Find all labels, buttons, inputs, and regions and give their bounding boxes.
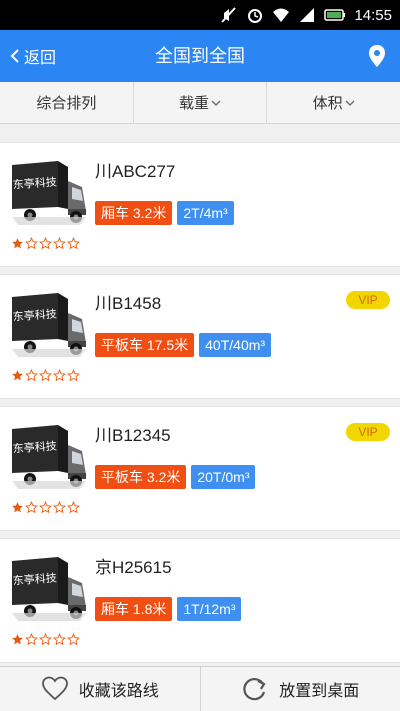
star-empty-icon <box>39 237 52 250</box>
plate-number: 川B1458 <box>95 294 162 313</box>
nav-bar: 全国到全国 返回 <box>0 30 400 82</box>
star-empty-icon <box>39 633 52 646</box>
star-empty-icon <box>67 369 80 382</box>
star-empty-icon <box>53 237 66 250</box>
favorite-route-button[interactable]: 收藏该路线 <box>0 667 200 711</box>
star-empty-icon <box>25 237 38 250</box>
star-empty-icon <box>67 237 80 250</box>
capacity-tag: 40T/40m³ <box>199 333 272 357</box>
vehicle-type-tag: 厢车 3.2米 <box>95 201 173 225</box>
truck-image: 东亭科技 <box>12 293 86 357</box>
vehicle-card[interactable]: 东亭科技 川B1458 VIP 平板车 17.5米 40T/40m³ <box>0 274 400 399</box>
filter-label: 体积 <box>312 95 343 112</box>
star-empty-icon <box>25 633 38 646</box>
wifi-icon <box>273 8 290 22</box>
vip-badge: VIP <box>346 423 390 441</box>
star-filled-icon <box>12 238 23 249</box>
vehicle-type-tag: 厢车 1.8米 <box>95 597 173 621</box>
star-empty-icon <box>53 633 66 646</box>
capacity-tag: 2T/4m³ <box>177 201 234 225</box>
vehicle-card[interactable]: 东亭科技 京H25615 厢车 1.8米 1T/12m³ <box>0 538 400 663</box>
plate-number: 川B12345 <box>95 426 171 445</box>
status-time: 14:55 <box>354 6 392 24</box>
bottom-bar: 收藏该路线 放置到桌面 <box>0 666 400 711</box>
star-empty-icon <box>53 501 66 514</box>
truck-image: 东亭科技 <box>12 557 86 621</box>
alarm-icon <box>248 9 263 23</box>
vehicle-tags: 厢车 3.2米 2T/4m³ <box>95 201 234 225</box>
capacity-tag: 20T/0m³ <box>191 465 256 489</box>
refresh-icon <box>243 678 266 701</box>
filter-load[interactable]: 载重 <box>132 82 267 123</box>
mute-icon <box>221 7 237 23</box>
plate-number: 京H25615 <box>95 558 172 577</box>
status-icons: 14:55 <box>220 6 392 24</box>
vehicle-type-tag: 平板车 3.2米 <box>95 465 187 489</box>
star-empty-icon <box>39 501 52 514</box>
truck-image: 东亭科技 <box>12 161 86 225</box>
truck-image: 东亭科技 <box>12 425 86 489</box>
star-empty-icon <box>53 369 66 382</box>
star-empty-icon <box>39 369 52 382</box>
vehicle-card[interactable]: 东亭科技 川ABC277 厢车 3.2米 2T/4m³ <box>0 142 400 267</box>
chevron-left-icon <box>10 49 19 63</box>
vehicle-type-tag: 平板车 17.5米 <box>95 333 195 357</box>
vehicle-tags: 厢车 1.8米 1T/12m³ <box>95 597 242 621</box>
filter-label: 综合排列 <box>36 95 97 112</box>
location-pin-icon[interactable] <box>366 44 388 68</box>
add-to-desktop-label: 放置到桌面 <box>279 683 360 700</box>
page-title: 全国到全国 <box>155 46 245 66</box>
star-empty-icon <box>67 633 80 646</box>
vehicle-card[interactable]: 东亭科技 川B12345 VIP 平板车 3.2米 20T/0m³ <box>0 406 400 531</box>
vip-badge: VIP <box>346 291 390 309</box>
rating-stars <box>11 237 80 250</box>
back-label: 返回 <box>24 50 57 67</box>
signal-icon <box>300 8 315 22</box>
filter-volume[interactable]: 体积 <box>266 82 400 123</box>
filter-sort-comprehensive[interactable]: 综合排列 <box>0 82 133 123</box>
status-bar: 14:55 <box>0 0 400 30</box>
back-button[interactable]: 返回 <box>10 30 56 82</box>
rating-stars <box>11 501 80 514</box>
star-filled-icon <box>12 502 23 513</box>
filter-bar: 综合排列 载重 体积 <box>0 82 400 124</box>
rating-stars <box>11 633 80 646</box>
add-to-desktop-button[interactable]: 放置到桌面 <box>199 667 400 711</box>
battery-icon <box>324 9 346 21</box>
filter-label: 载重 <box>179 95 210 112</box>
favorite-route-label: 收藏该路线 <box>78 683 159 700</box>
star-filled-icon <box>12 634 23 645</box>
capacity-tag: 1T/12m³ <box>177 597 242 621</box>
heart-icon <box>41 676 68 701</box>
rating-stars <box>11 369 80 382</box>
star-empty-icon <box>25 369 38 382</box>
vehicle-tags: 平板车 17.5米 40T/40m³ <box>95 333 272 357</box>
star-filled-icon <box>12 370 23 381</box>
star-empty-icon <box>67 501 80 514</box>
vehicle-tags: 平板车 3.2米 20T/0m³ <box>95 465 256 489</box>
star-empty-icon <box>25 501 38 514</box>
chevron-down-icon <box>345 100 355 106</box>
chevron-down-icon <box>211 100 221 106</box>
plate-number: 川ABC277 <box>95 162 176 181</box>
